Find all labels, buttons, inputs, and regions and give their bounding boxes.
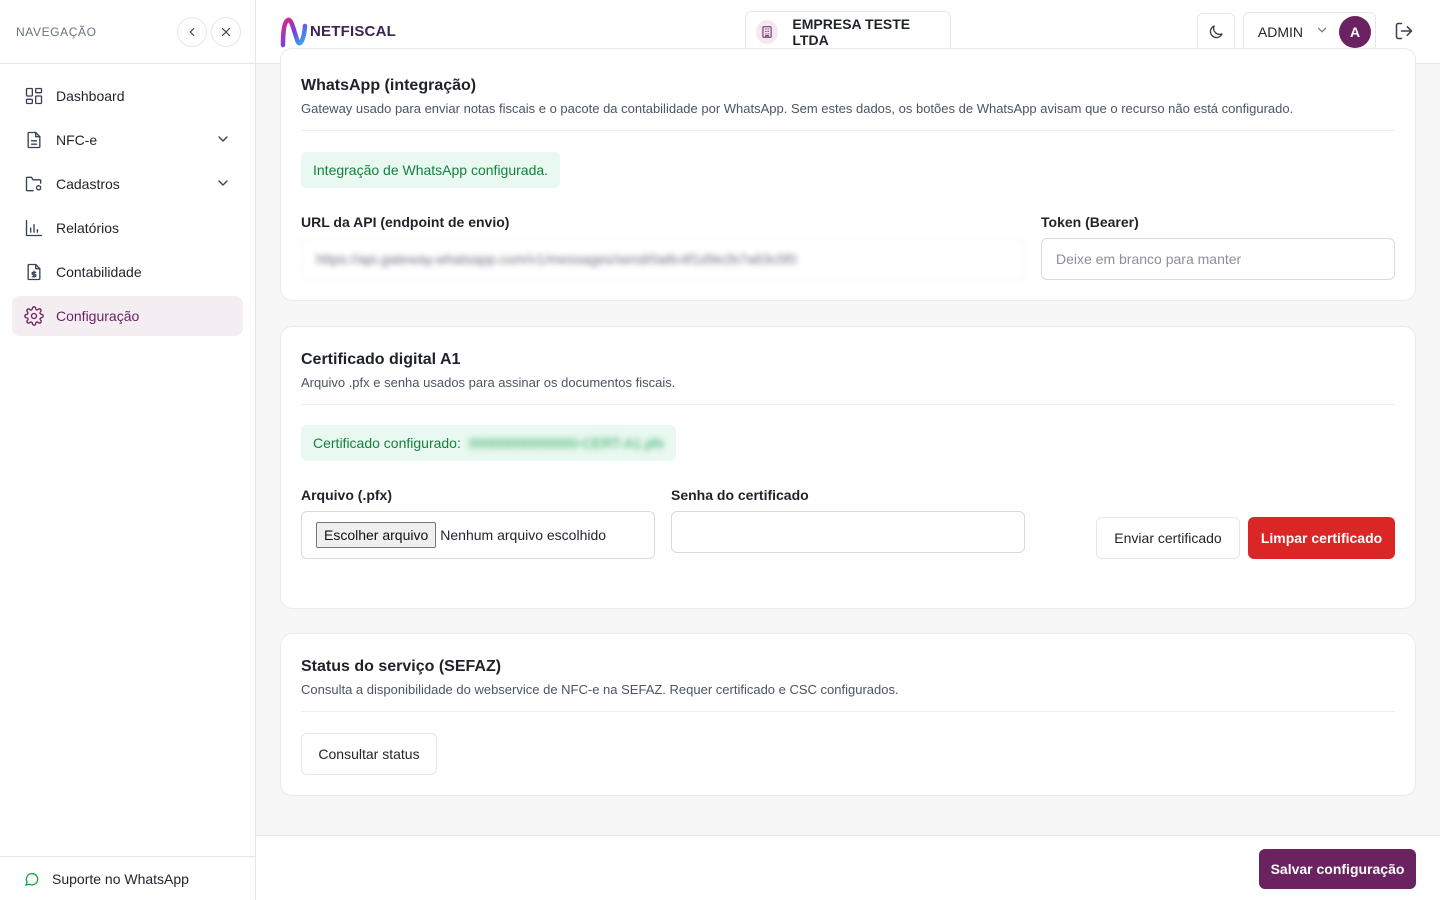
header-actions: ADMIN A [1196,12,1416,52]
sidebar-item-relatorios[interactable]: Relatórios [12,208,243,248]
api-url-input[interactable]: https://api.gateway.whatsapp.com/v1/mess… [301,238,1025,280]
whatsapp-card: WhatsApp (integração) Gateway usado para… [280,48,1416,301]
brand-logo[interactable]: NETFISCAL [280,16,396,48]
grid-icon [24,86,44,106]
chevron-left-icon [189,27,195,36]
card-title: Status do serviço (SEFAZ) [301,658,502,675]
sidebar-item-nfce[interactable]: NFC-e [12,120,243,160]
sefaz-card: Status do serviço (SEFAZ) Consulta a dis… [280,633,1416,796]
logo-icon [280,17,308,47]
collapse-sidebar-button[interactable] [177,16,207,47]
check-status-button[interactable]: Consultar status [301,733,437,775]
certificate-password-input[interactable] [671,511,1025,553]
company-selector[interactable]: EMPRESA TESTE LTDA [745,11,951,53]
token-input[interactable]: Deixe em branco para manter [1041,238,1395,280]
sidebar-item-cadastros[interactable]: Cadastros [12,164,243,204]
logo-text: NETFISCAL [310,23,396,40]
logout-icon [1395,22,1413,40]
card-description: Arquivo .pfx e senha usados para assinar… [301,375,676,390]
sidebar-item-label: Relatórios [56,220,120,236]
sidebar-item-dashboard[interactable]: Dashboard [12,76,243,116]
card-title: WhatsApp (integração) [301,77,477,94]
card-title: Certificado digital A1 [301,351,461,368]
avatar: A [1339,16,1371,48]
token-placeholder: Deixe em branco para manter [1056,251,1242,267]
close-icon [221,27,231,36]
sidebar-item-configuracao[interactable]: Configuração [12,296,243,336]
folder-settings-icon [24,174,44,194]
logout-button[interactable] [1394,21,1416,43]
certificate-status-label: Certificado configurado: [313,435,461,451]
sidebar-item-label: Configuração [56,308,140,324]
chevron-down-icon [1315,23,1329,42]
field-label: Senha do certificado [671,487,809,503]
sidebar-item-label: NFC-e [56,132,98,148]
bar-chart-icon [24,218,44,238]
certificate-file-name: 00000000000000-CERT-A1.pfx [468,435,664,451]
sidebar-item-label: Cadastros [56,176,120,192]
document-icon [24,130,44,150]
chevron-down-icon[interactable] [215,131,231,150]
field-label: Token (Bearer) [1041,214,1139,230]
certificate-status-alert: Certificado configurado: 00000000000000-… [301,425,676,461]
sidebar-nav: Dashboard NFC-e Cadastros Relatórios Con… [0,64,255,352]
whatsapp-support-link[interactable]: Suporte no WhatsApp [0,856,255,900]
file-dollar-icon [24,262,44,282]
certificate-card: Certificado digital A1 Arquivo .pfx e se… [280,326,1416,609]
sidebar-item-contabilidade[interactable]: Contabilidade [12,252,243,292]
user-menu-button[interactable]: ADMIN A [1242,12,1376,52]
bottom-action-bar: Salvar configuração [256,835,1440,900]
certificate-file-input[interactable]: Escolher arquivo Nenhum arquivo escolhid… [301,511,655,559]
theme-toggle-button[interactable] [1196,13,1235,51]
no-file-text: Nenhum arquivo escolhido [440,527,607,543]
sidebar-item-label: Dashboard [56,88,125,104]
company-name: EMPRESA TESTE LTDA [792,16,911,48]
divider [301,130,1395,131]
sidebar-title: NAVEGAÇÃO [16,24,97,39]
main-content: WhatsApp (integração) Gateway usado para… [256,48,1440,836]
gear-icon [24,306,44,326]
sidebar-item-label: Contabilidade [56,264,142,280]
send-certificate-button[interactable]: Enviar certificado [1096,517,1240,559]
field-label: Arquivo (.pfx) [301,487,392,503]
building-icon [756,20,779,44]
card-description: Gateway usado para enviar notas fiscais … [301,101,1294,116]
chevron-down-icon[interactable] [215,175,231,194]
close-sidebar-button[interactable] [211,16,241,47]
chat-icon [24,872,39,886]
user-name: ADMIN [1257,24,1303,40]
clear-certificate-button[interactable]: Limpar certificado [1248,517,1395,559]
divider [301,404,1395,405]
sidebar: NAVEGAÇÃO Dashboard NFC-e Cadastros Rela… [0,0,256,900]
field-label: URL da API (endpoint de envio) [301,214,510,230]
card-description: Consulta a disponibilidade do webservice… [301,682,899,697]
save-configuration-button[interactable]: Salvar configuração [1259,849,1416,889]
choose-file-button[interactable]: Escolher arquivo [316,522,437,548]
divider [301,711,1395,712]
moon-icon [1209,25,1223,39]
api-url-value: https://api.gateway.whatsapp.com/v1/mess… [316,251,797,267]
support-label: Suporte no WhatsApp [52,870,189,887]
whatsapp-status-alert: Integração de WhatsApp configurada. [301,152,561,188]
sidebar-header: NAVEGAÇÃO [0,0,255,64]
